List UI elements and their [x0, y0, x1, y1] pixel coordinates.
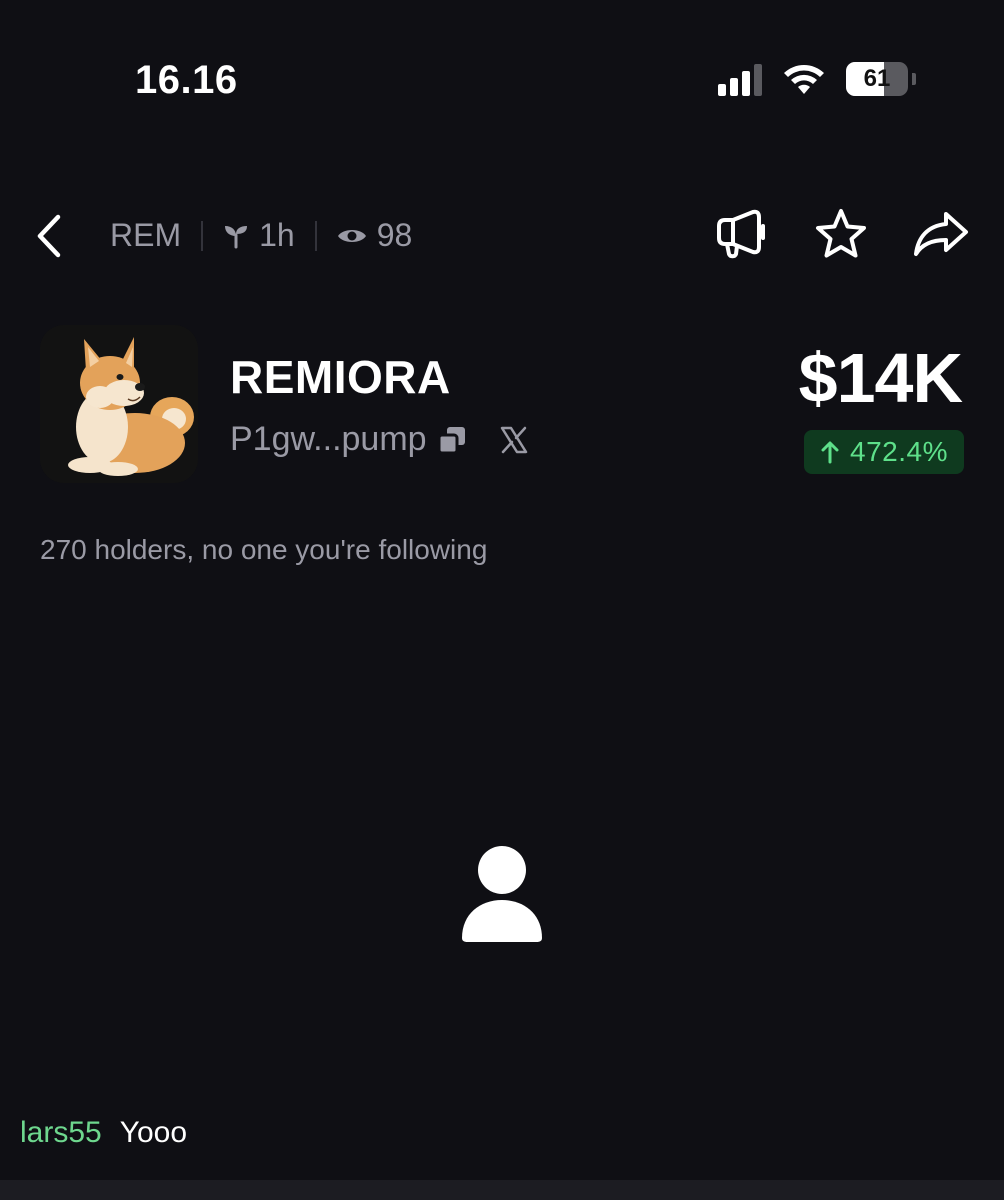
megaphone-icon	[717, 209, 765, 259]
token-header: REM 1h 98	[0, 205, 1004, 265]
token-screen: 16.16 61 REM 1h 98 REMIORA P1gw...pump $…	[0, 0, 1004, 1200]
chat-username[interactable]: lars55	[20, 1116, 102, 1150]
header-actions	[712, 205, 970, 263]
person-icon	[462, 846, 542, 942]
eye-icon	[337, 229, 366, 242]
token-address: P1gw...pump	[230, 420, 427, 458]
shiba-dog-image	[40, 325, 198, 483]
token-ticker: REM	[110, 217, 182, 253]
token-image	[40, 325, 198, 483]
status-indicators: 61	[718, 62, 916, 96]
battery-level: 61	[863, 65, 891, 92]
divider	[314, 220, 317, 251]
token-age: 1h	[223, 217, 295, 254]
favorite-button[interactable]	[812, 205, 870, 263]
x-logo-icon	[500, 426, 527, 453]
views-count: 98	[376, 217, 413, 253]
holders-summary[interactable]: 270 holders, no one you're following	[40, 534, 487, 566]
divider	[201, 220, 204, 251]
back-button[interactable]	[30, 211, 70, 261]
token-name: REMIORA	[230, 351, 451, 403]
price-change-badge: 472.4%	[804, 430, 964, 474]
cellular-signal-icon	[718, 62, 762, 96]
battery-icon: 61	[846, 62, 908, 96]
price-change-value: 472.4%	[850, 436, 948, 467]
token-views: 98	[337, 217, 413, 254]
x-twitter-link[interactable]	[499, 425, 529, 455]
wifi-icon	[784, 65, 824, 94]
sprout-icon	[225, 225, 248, 248]
market-cap: $14K	[798, 339, 963, 417]
user-avatar[interactable]	[458, 844, 546, 944]
chevron-left-icon	[37, 214, 61, 258]
status-time: 16.16	[135, 58, 238, 102]
arrow-up-icon	[821, 441, 839, 464]
chat-message: lars55 Yooo	[20, 1116, 187, 1150]
share-button[interactable]	[912, 205, 970, 263]
copy-icon	[437, 426, 465, 454]
token-age-value: 1h	[259, 217, 295, 253]
token-meta: REM 1h 98	[110, 217, 412, 254]
chat-message-text: Yooo	[119, 1116, 188, 1149]
star-icon	[816, 209, 866, 258]
announce-button[interactable]	[712, 205, 770, 263]
bottom-panel	[0, 1180, 1004, 1200]
token-address-row: P1gw...pump	[230, 420, 529, 459]
share-arrow-icon	[914, 212, 968, 256]
copy-button[interactable]	[437, 425, 467, 455]
